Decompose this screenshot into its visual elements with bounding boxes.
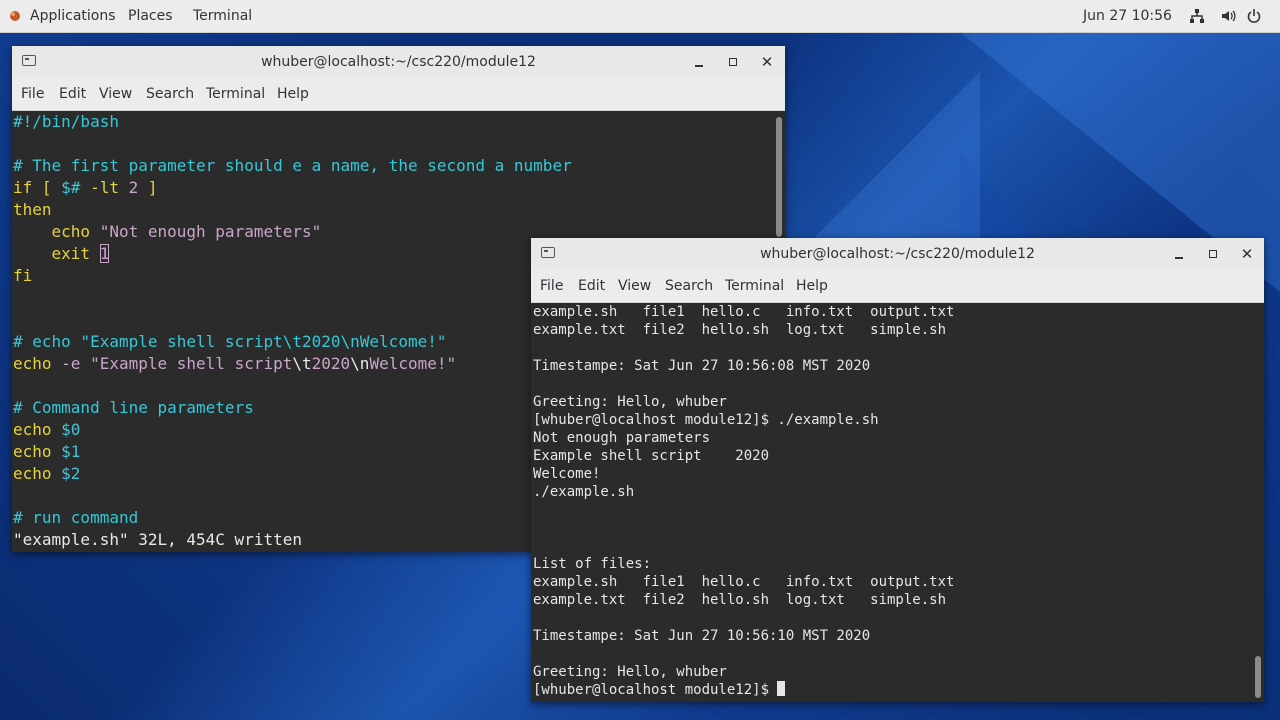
menu-file[interactable]: File — [21, 78, 44, 110]
minimize-button[interactable] — [691, 54, 707, 70]
window-titlebar[interactable]: whuber@localhost:~/csc220/module12 ✕ — [531, 238, 1264, 271]
window-title: whuber@localhost:~/csc220/module12 — [760, 246, 1035, 262]
terminal-output-line: example.txt file2 hello.sh log.txt simpl… — [533, 322, 947, 338]
terminal-output-line: Greeting: Hello, whuber — [533, 394, 727, 410]
code-token: echo — [13, 354, 62, 373]
editor-line: #!/bin/bash — [13, 111, 785, 133]
clock[interactable]: Jun 27 10:56 — [1083, 0, 1172, 32]
terminal-output-line: Timestampe: Sat Jun 27 10:56:08 MST 2020 — [533, 358, 871, 374]
menubar: File Edit View Search Terminal Help — [12, 78, 785, 111]
code-token: -lt — [80, 178, 129, 197]
code-token: 1 — [99, 244, 110, 263]
code-token: echo — [13, 442, 62, 461]
menubar: File Edit View Search Terminal Help — [531, 270, 1264, 303]
code-token: $# — [61, 178, 81, 197]
menu-edit[interactable]: Edit — [59, 78, 86, 110]
editor-line: # The first parameter should e a name, t… — [13, 155, 785, 177]
output-text-area[interactable]: example.sh file1 hello.c info.txt output… — [531, 303, 1264, 702]
code-token: 2 — [128, 178, 139, 197]
terminal-output-line: Example shell script 2020 — [533, 448, 770, 464]
menu-search[interactable]: Search — [665, 270, 713, 302]
code-token: echo — [13, 464, 62, 483]
code-token: $0 — [61, 420, 81, 439]
code-token: if [ — [13, 178, 62, 197]
code-token: -e — [61, 354, 91, 373]
terminal-output-line: List of files: — [533, 556, 652, 572]
scrollbar-thumb[interactable] — [776, 117, 782, 237]
code-token: #!/bin/bash — [13, 112, 119, 131]
terminal-output-line: ./example.sh — [533, 484, 635, 500]
menu-terminal[interactable]: Terminal — [206, 78, 265, 110]
menu-search[interactable]: Search — [146, 78, 194, 110]
code-token: # Command line parameters — [13, 398, 254, 417]
code-token: # The first parameter should e a name, t… — [13, 156, 572, 175]
code-token: echo — [13, 420, 62, 439]
code-token: 2020 — [311, 354, 351, 373]
terminal-output-line: Not enough parameters — [533, 430, 711, 446]
output-scrollbar[interactable] — [1252, 303, 1264, 702]
code-token: \n — [350, 354, 370, 373]
editor-line: if [ $# -lt 2 ] — [13, 177, 785, 199]
code-token: echo — [13, 222, 100, 241]
close-button[interactable]: ✕ — [1239, 246, 1255, 262]
menu-view[interactable]: View — [618, 270, 651, 302]
menu-view[interactable]: View — [99, 78, 132, 110]
editor-line: then — [13, 199, 785, 221]
code-token: ] — [138, 178, 158, 197]
applications-menu[interactable]: Applications — [30, 0, 116, 32]
code-token: $2 — [61, 464, 81, 483]
shell-prompt: [whuber@localhost module12]$ — [533, 682, 778, 698]
network-icon[interactable] — [1189, 8, 1205, 24]
terminal-app-menu[interactable]: Terminal — [193, 0, 252, 32]
menu-terminal[interactable]: Terminal — [725, 270, 784, 302]
code-token: "example.sh" 32L, 454C written — [13, 530, 302, 549]
terminal-output-line: example.txt file2 hello.sh log.txt simpl… — [533, 592, 947, 608]
scrollbar-thumb[interactable] — [1255, 656, 1261, 698]
window-title: whuber@localhost:~/csc220/module12 — [261, 54, 536, 70]
terminal-output-line: example.sh file1 hello.c info.txt output… — [533, 574, 955, 590]
code-token: "Example shell script — [90, 354, 293, 373]
menu-file[interactable]: File — [540, 270, 563, 302]
maximize-button[interactable] — [725, 54, 741, 70]
code-token: Welcome!" — [369, 354, 457, 373]
menu-help[interactable]: Help — [277, 78, 309, 110]
code-token: \t — [292, 354, 312, 373]
text-cursor — [777, 681, 786, 696]
terminal-output-line: example.sh file1 hello.c info.txt output… — [533, 304, 955, 320]
close-button[interactable]: ✕ — [759, 54, 775, 70]
minimize-button[interactable] — [1171, 246, 1187, 262]
power-icon[interactable] — [1246, 8, 1262, 24]
terminal-output-line: Greeting: Hello, whuber — [533, 664, 727, 680]
places-menu[interactable]: Places — [128, 0, 173, 32]
window-titlebar[interactable]: whuber@localhost:~/csc220/module12 ✕ — [12, 46, 785, 79]
menu-help[interactable]: Help — [796, 270, 828, 302]
code-token: "Not enough parameters" — [99, 222, 322, 241]
code-token: $1 — [61, 442, 81, 461]
code-token: exit — [13, 244, 100, 263]
terminal-output-line: Welcome! — [533, 466, 601, 482]
output-terminal-window: whuber@localhost:~/csc220/module12 ✕ Fil… — [531, 238, 1264, 702]
terminal-output-line: [whuber@localhost module12]$ ./example.s… — [533, 412, 879, 428]
code-token: then — [13, 200, 52, 219]
menu-edit[interactable]: Edit — [578, 270, 605, 302]
code-token: # echo "Example shell script\t2020\nWelc… — [13, 332, 447, 351]
applications-icon — [10, 11, 20, 21]
prompt-line[interactable]: [whuber@localhost module12]$ — [531, 681, 1264, 699]
volume-icon[interactable] — [1220, 8, 1236, 24]
terminal-output-line: Timestampe: Sat Jun 27 10:56:10 MST 2020 — [533, 628, 871, 644]
maximize-button[interactable] — [1205, 246, 1221, 262]
top-panel: Applications Places Terminal Jun 27 10:5… — [0, 0, 1280, 33]
code-token: # run command — [13, 508, 139, 527]
code-token: fi — [13, 266, 33, 285]
